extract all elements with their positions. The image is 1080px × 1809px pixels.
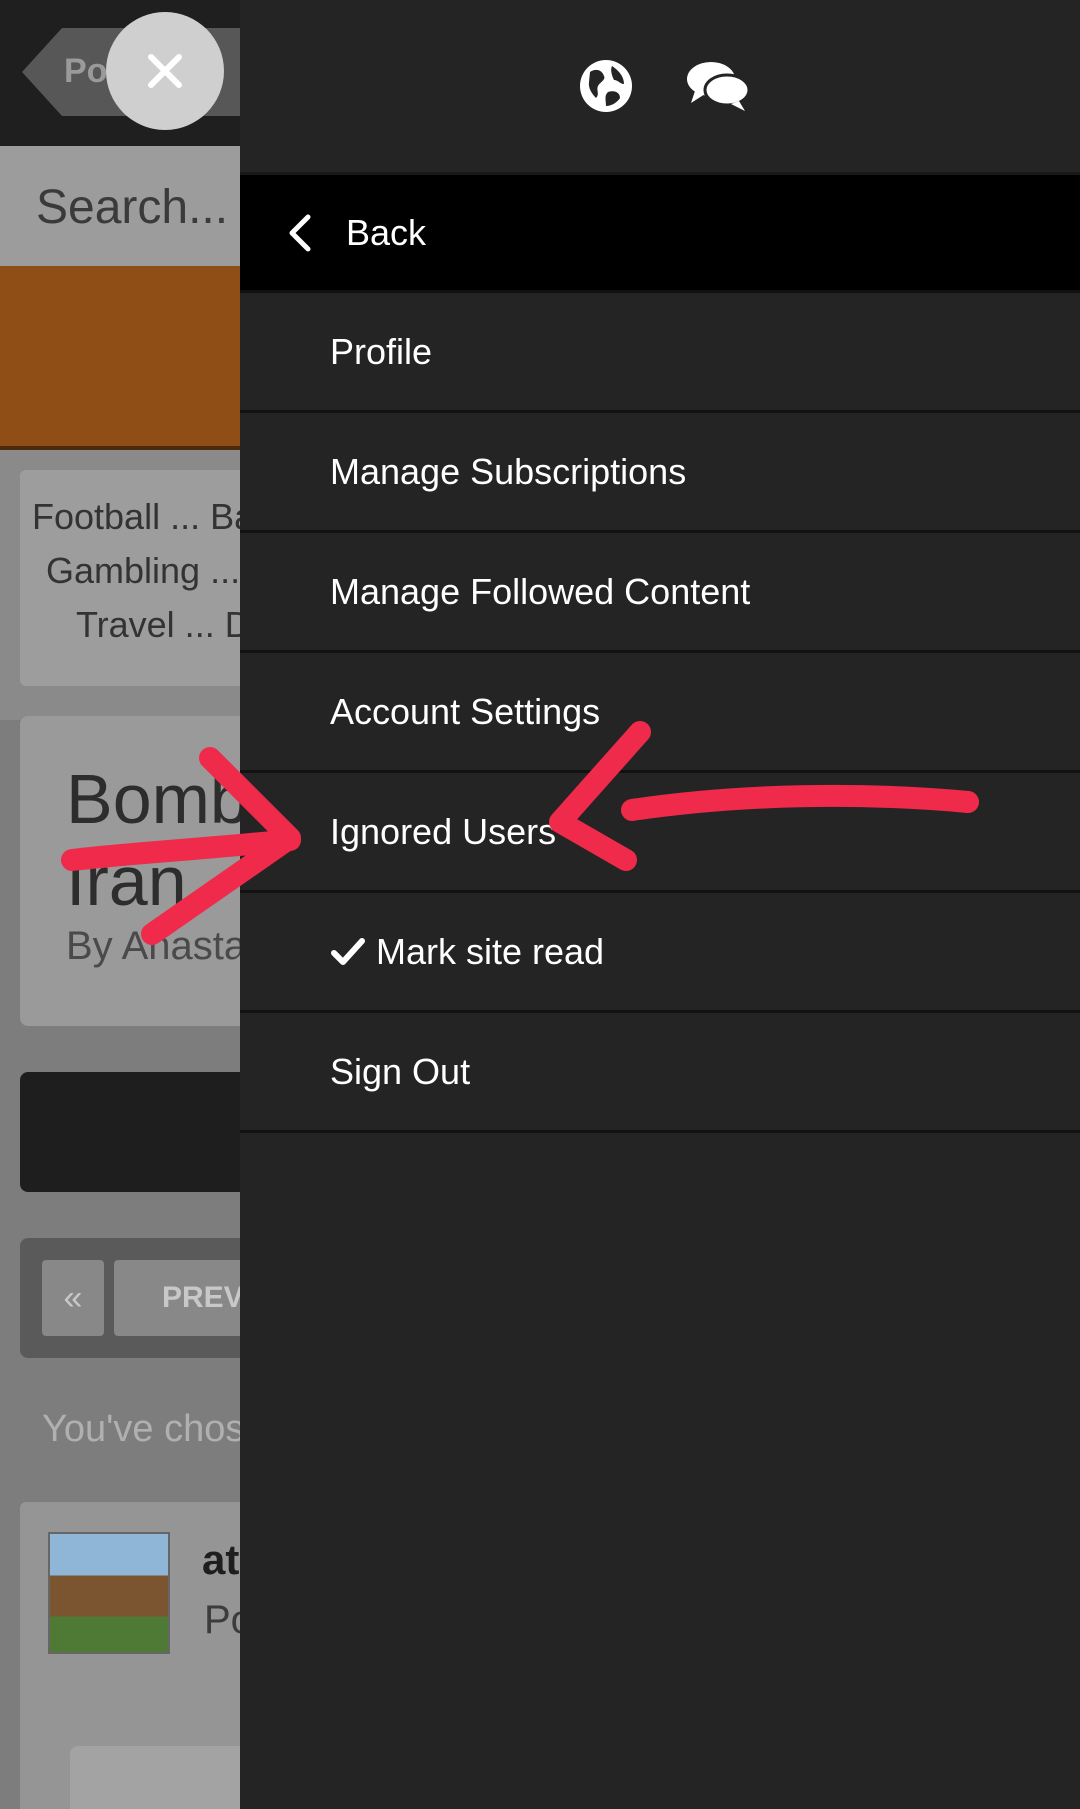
bg-poster-name: at [202, 1536, 240, 1583]
bg-article-title: Bomb Iran [66, 760, 249, 920]
avatar [48, 1532, 170, 1654]
bg-note: You've chose [42, 1408, 266, 1450]
menu-item-account-settings[interactable]: Account Settings [240, 653, 1080, 773]
menu-item-profile[interactable]: Profile [240, 293, 1080, 413]
bg-pager-first: « [42, 1260, 104, 1336]
bg-breadcrumb-text: Po [64, 52, 108, 90]
menu-item-label: Manage Followed Content [330, 570, 751, 612]
globe-icon[interactable] [576, 56, 636, 116]
bg-article-author: By Anasta [66, 924, 247, 968]
menu-item-label: Account Settings [330, 690, 601, 732]
back-label: Back [346, 211, 427, 253]
menu-item-label: Profile [330, 330, 433, 372]
menu-item-ignored-users[interactable]: Ignored Users [240, 773, 1080, 893]
bg-pager-prev: PREV [114, 1260, 254, 1336]
chat-bubbles-icon[interactable] [680, 56, 756, 116]
bg-tag: Gambling ... [46, 550, 241, 591]
bg-banner [0, 266, 240, 450]
menu-item-mark-site-read[interactable]: Mark site read [240, 893, 1080, 1013]
menu-item-label: Ignored Users [330, 810, 557, 852]
menu-item-label: Mark site read [376, 930, 605, 972]
bg-dark-button [20, 1072, 250, 1192]
close-icon [148, 54, 182, 88]
menu-item-sign-out[interactable]: Sign Out [240, 1013, 1080, 1133]
bg-search-placeholder: Search... [36, 181, 229, 234]
menu-item-label: Manage Subscriptions [330, 450, 687, 492]
bg-tag: Travel ... D [76, 604, 251, 645]
checkmark-icon [331, 937, 365, 965]
chevron-left-icon [289, 214, 311, 251]
menu-item-manage-followed-content[interactable]: Manage Followed Content [240, 533, 1080, 653]
menu-item-manage-subscriptions[interactable]: Manage Subscriptions [240, 413, 1080, 533]
back-button[interactable]: Back [240, 175, 1080, 293]
menu-header [240, 0, 1080, 175]
account-menu-panel: Back Profile Manage Subscriptions Manage… [240, 0, 1080, 1809]
close-menu-button[interactable] [106, 12, 224, 130]
bg-reaction-badge [70, 1746, 250, 1809]
bg-tag: Football ... Ba [32, 496, 255, 537]
menu-item-label: Sign Out [330, 1050, 471, 1092]
